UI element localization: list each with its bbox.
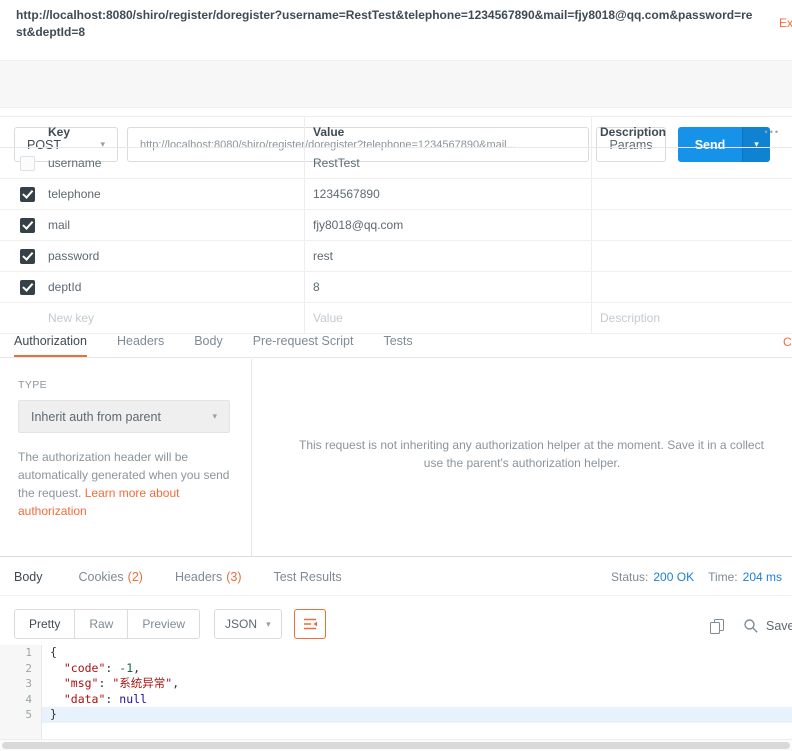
request-url-text: http://localhost:8080/shiro/register/dor… <box>16 7 758 41</box>
line-number: 1 <box>0 645 41 661</box>
response-toolbar: Pretty Raw Preview JSON ▾ <box>0 606 792 642</box>
param-value-cell[interactable]: 1234567890 <box>305 179 592 209</box>
horizontal-scrollbar <box>0 739 792 751</box>
line-number: 3 <box>0 676 41 692</box>
tab-test-results[interactable]: Test Results <box>273 570 345 584</box>
param-row: username RestTest <box>0 148 792 179</box>
chevron-down-icon: ▾ <box>212 411 217 422</box>
code-line: "msg": "系统异常", <box>42 676 792 692</box>
param-key-cell[interactable]: deptId <box>40 272 305 302</box>
time-label: Time: <box>708 570 738 584</box>
view-mode-group: Pretty Raw Preview <box>14 609 200 639</box>
param-key-cell[interactable]: telephone <box>40 179 305 209</box>
param-row: mail fjy8018@qq.com <box>0 210 792 241</box>
param-checkbox[interactable] <box>20 218 35 233</box>
tab-response-cookies[interactable]: Cookies(2) <box>79 570 143 584</box>
param-row: password rest <box>0 241 792 272</box>
param-key-cell[interactable]: password <box>40 241 305 271</box>
response-meta: Status: 200 OK Time: 204 ms <box>597 558 782 595</box>
auth-inherit-message-line2: use the parent's authorization helper. <box>252 456 792 470</box>
auth-type-value: Inherit auth from parent <box>31 410 161 424</box>
param-key-cell[interactable]: mail <box>40 210 305 240</box>
param-checkbox[interactable] <box>20 187 35 202</box>
line-number: 4 <box>0 692 41 708</box>
auth-inherit-message-line1: This request is not inheriting any autho… <box>299 438 764 452</box>
code-line: "code": -1, <box>42 661 792 677</box>
param-row: telephone 1234567890 <box>0 179 792 210</box>
examples-link[interactable]: Examples (0) <box>779 16 792 30</box>
auth-type-dropdown[interactable]: Inherit auth from parent ▾ <box>18 400 230 433</box>
tab-authorization[interactable]: Authorization <box>14 326 87 357</box>
request-bar: POST ▾ http://localhost:8080/shiro/regis… <box>0 60 792 108</box>
params-table: Key Value Description ••• username RestT… <box>0 116 792 334</box>
authorization-panel: TYPE Inherit auth from parent ▾ The auth… <box>0 359 792 557</box>
line-number: 2 <box>0 661 41 677</box>
save-response-button[interactable]: Save Response <box>766 613 792 639</box>
param-key-cell[interactable]: username <box>40 148 305 178</box>
mode-preview[interactable]: Preview <box>128 610 199 638</box>
copy-button[interactable] <box>704 613 730 639</box>
code-line: "data": null <box>42 692 792 708</box>
param-checkbox[interactable] <box>20 280 35 295</box>
response-editor: 1 2 3 4 5 { "code": -1, "msg": "系统异常", "… <box>0 645 792 739</box>
headers-count-badge: (3) <box>226 570 241 584</box>
column-header-description: Description <box>592 117 792 147</box>
cookies-count-badge: (2) <box>128 570 143 584</box>
tab-response-headers[interactable]: Headers(3) <box>175 570 242 584</box>
param-description-cell[interactable] <box>592 241 792 271</box>
search-button[interactable] <box>738 613 764 639</box>
param-row: deptId 8 <box>0 272 792 303</box>
scrollbar-thumb[interactable] <box>2 742 790 749</box>
copy-icon <box>709 618 725 634</box>
tab-pre-request-script[interactable]: Pre-request Script <box>253 326 354 357</box>
code-line: { <box>42 645 792 661</box>
auth-help-text: The authorization header will be automat… <box>18 448 236 520</box>
auth-type-label: TYPE <box>18 379 251 391</box>
tab-tests[interactable]: Tests <box>383 326 412 357</box>
param-description-cell[interactable] <box>592 179 792 209</box>
column-header-value: Value <box>305 117 592 147</box>
param-value-cell[interactable]: rest <box>305 241 592 271</box>
time-value: 204 ms <box>743 570 782 584</box>
response-tabs: Body Cookies(2) Headers(3) Test Results … <box>0 558 792 596</box>
code-line: } <box>42 707 792 723</box>
line-numbers-gutter: 1 2 3 4 5 <box>0 645 42 739</box>
tab-body[interactable]: Body <box>194 326 223 357</box>
search-icon <box>743 618 759 634</box>
language-dropdown[interactable]: JSON ▾ <box>214 609 282 639</box>
beautify-button[interactable] <box>294 609 326 639</box>
param-description-cell[interactable] <box>592 210 792 240</box>
table-options-menu[interactable]: ••• <box>765 117 780 147</box>
cookies-link[interactable]: Cookies <box>783 335 792 349</box>
response-json-body: { "code": -1, "msg": "系统异常", "data": nul… <box>42 645 792 723</box>
param-checkbox[interactable] <box>20 156 35 171</box>
param-description-cell[interactable] <box>592 272 792 302</box>
param-value-cell[interactable]: 8 <box>305 272 592 302</box>
status-label: Status: <box>611 570 648 584</box>
param-checkbox[interactable] <box>20 249 35 264</box>
param-value-cell[interactable]: fjy8018@qq.com <box>305 210 592 240</box>
param-value-cell[interactable]: RestTest <box>305 148 592 178</box>
mode-raw[interactable]: Raw <box>75 610 128 638</box>
param-description-cell[interactable] <box>592 148 792 178</box>
params-table-header: Key Value Description ••• <box>0 116 792 148</box>
postman-window: http://localhost:8080/shiro/register/dor… <box>0 0 792 751</box>
tab-headers[interactable]: Headers <box>117 326 164 357</box>
authorization-type-column: TYPE Inherit auth from parent ▾ The auth… <box>0 359 252 556</box>
tab-response-body[interactable]: Body <box>14 570 47 584</box>
mode-pretty[interactable]: Pretty <box>15 610 75 638</box>
status-value: 200 OK <box>653 570 694 584</box>
language-value: JSON <box>225 617 257 631</box>
line-number: 5 <box>0 707 41 723</box>
format-icon <box>302 617 318 631</box>
column-header-key: Key <box>40 117 305 147</box>
request-tabs: Authorization Headers Body Pre-request S… <box>0 326 792 358</box>
chevron-down-icon: ▾ <box>266 619 271 630</box>
